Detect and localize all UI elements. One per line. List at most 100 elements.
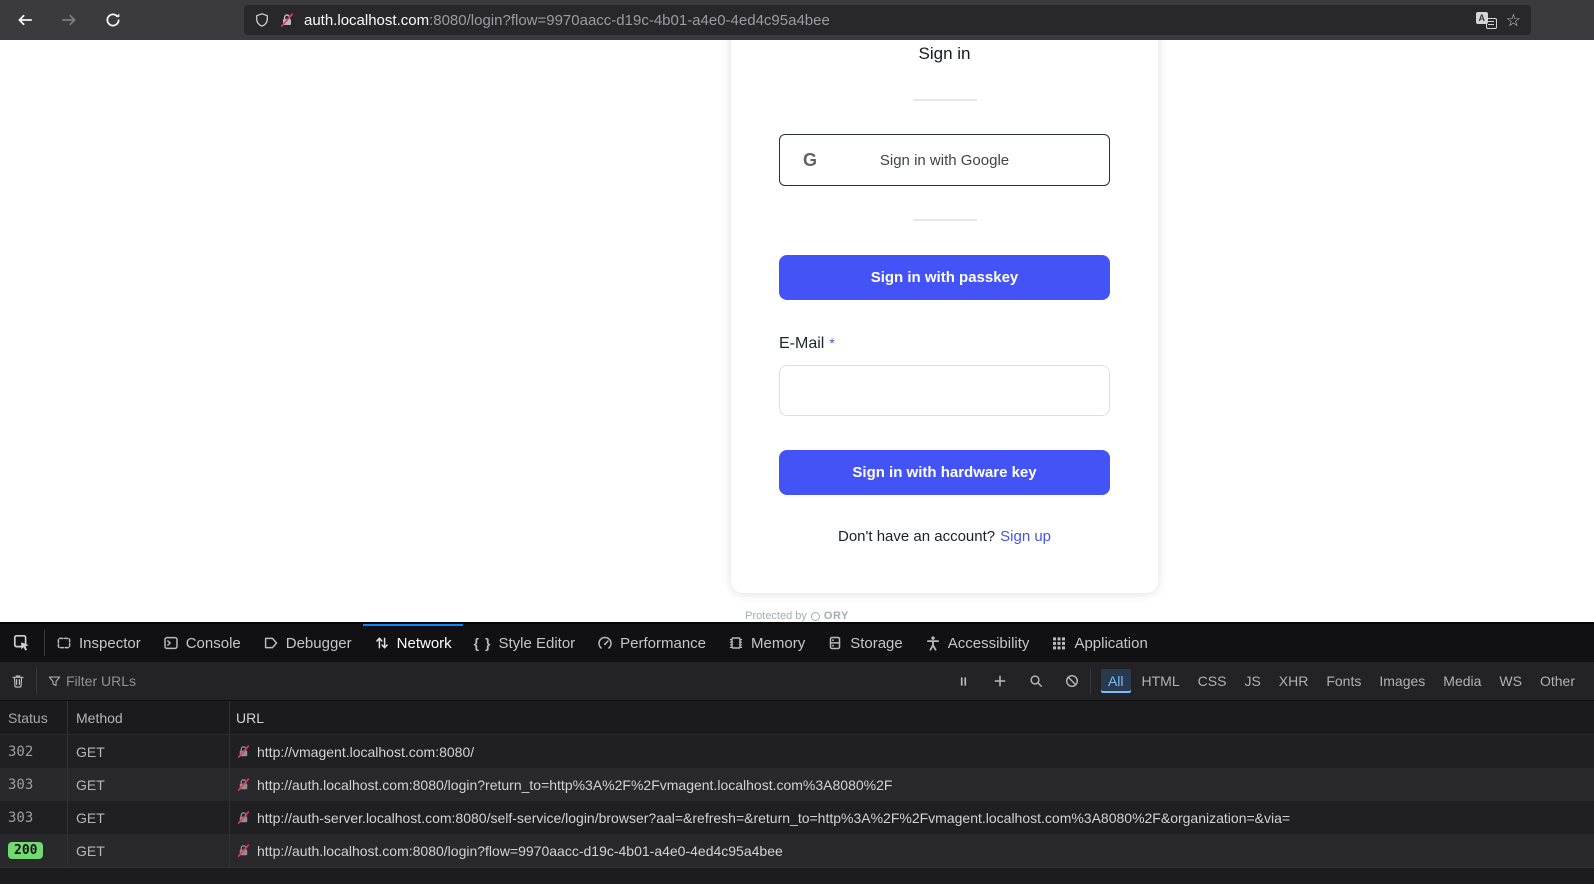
filter-xhr[interactable]: XHR [1272, 669, 1316, 693]
tab-inspector[interactable]: Inspector [45, 624, 152, 662]
page-content: Sign in G Sign in with Google Sign in wi… [0, 40, 1594, 622]
network-request-table: Status Method URL 302 GET http://vmagent… [0, 701, 1594, 867]
filter-html[interactable]: HTML [1135, 669, 1187, 693]
shield-icon[interactable] [254, 12, 270, 28]
search-icon[interactable] [1018, 673, 1054, 689]
insecure-lock-icon [236, 777, 251, 792]
table-row[interactable]: 302 GET http://vmagent.localhost.com:808… [0, 735, 1594, 768]
debugger-icon [263, 635, 279, 651]
column-header-method[interactable]: Method [68, 701, 230, 734]
email-label: E-Mail* [779, 335, 835, 353]
new-request-button[interactable] [982, 673, 1018, 689]
url-text: auth.localhost.com:8080/login?flow=9970a… [304, 12, 1467, 29]
protected-by-footer: Protected by ORY [0, 610, 1594, 622]
filter-js[interactable]: JS [1237, 669, 1267, 693]
protected-by-label: Protected by [745, 610, 807, 622]
request-method: GET [68, 768, 230, 801]
tab-console[interactable]: Console [152, 624, 252, 662]
signup-prompt: Don't have an account? [838, 528, 995, 545]
request-url: http://auth.localhost.com:8080/login?flo… [257, 843, 783, 859]
request-type-filters: All HTML CSS JS XHR Fonts Images Media W… [1101, 669, 1582, 693]
devtools-tabbar: Inspector Console Debugger Network { } S… [0, 624, 1594, 662]
pick-element-button[interactable] [0, 624, 44, 662]
block-requests-button[interactable] [1054, 673, 1090, 689]
ory-logo-icon [811, 612, 820, 621]
google-icon: G [803, 150, 817, 171]
storage-icon [827, 635, 843, 651]
table-row[interactable]: 200 GET http://auth.localhost.com:8080/l… [0, 834, 1594, 867]
column-header-url[interactable]: URL [230, 710, 1594, 726]
tab-network[interactable]: Network [363, 624, 463, 662]
insecure-lock-icon [236, 843, 251, 858]
insecure-lock-icon [236, 744, 251, 759]
insecure-lock-icon[interactable] [279, 12, 295, 28]
table-row[interactable]: 303 GET http://auth-server.localhost.com… [0, 801, 1594, 834]
console-icon [163, 635, 179, 651]
email-field[interactable] [779, 365, 1110, 416]
bookmark-star-icon[interactable]: ☆ [1506, 12, 1521, 29]
address-bar[interactable]: auth.localhost.com:8080/login?flow=9970a… [244, 5, 1531, 35]
status-code-success: 200 [8, 842, 43, 859]
table-header: Status Method URL [0, 701, 1594, 735]
filter-funnel-icon [47, 674, 62, 689]
divider [913, 99, 977, 101]
application-icon [1051, 635, 1067, 651]
accessibility-icon [925, 635, 941, 651]
request-url: http://auth-server.localhost.com:8080/se… [257, 810, 1290, 826]
filter-ws[interactable]: WS [1492, 669, 1529, 693]
back-button[interactable] [14, 9, 36, 31]
tab-debugger[interactable]: Debugger [252, 624, 363, 662]
filter-css[interactable]: CSS [1191, 669, 1234, 693]
page-title: Sign in [731, 44, 1158, 64]
status-code: 303 [8, 810, 33, 826]
status-code: 302 [8, 744, 33, 760]
required-asterisk: * [829, 335, 834, 351]
signup-row: Don't have an account? Sign up [731, 528, 1158, 545]
tab-style-editor[interactable]: { } Style Editor [463, 624, 587, 662]
network-icon [374, 635, 390, 651]
request-method: GET [68, 834, 230, 867]
separator [1090, 668, 1091, 694]
pause-traffic-button[interactable] [946, 674, 982, 689]
reload-button[interactable] [102, 9, 124, 31]
separator [36, 668, 37, 694]
request-url: http://vmagent.localhost.com:8080/ [257, 744, 474, 760]
forward-button[interactable] [58, 9, 80, 31]
network-filter-bar: All HTML CSS JS XHR Fonts Images Media W… [0, 662, 1594, 701]
filter-urls-input[interactable] [66, 673, 946, 689]
tab-application[interactable]: Application [1040, 624, 1158, 662]
filter-all[interactable]: All [1101, 669, 1131, 693]
column-header-status[interactable]: Status [0, 701, 68, 734]
request-method: GET [68, 801, 230, 834]
devtools-footer-strip [0, 867, 1594, 884]
style-editor-icon: { } [474, 635, 492, 651]
insecure-lock-icon [236, 810, 251, 825]
performance-icon [597, 635, 613, 651]
filter-images[interactable]: Images [1372, 669, 1432, 693]
clear-requests-button[interactable] [0, 673, 36, 689]
url-host: auth.localhost.com [304, 12, 429, 29]
signup-link[interactable]: Sign up [1000, 528, 1051, 545]
filter-media[interactable]: Media [1436, 669, 1488, 693]
login-card: Sign in G Sign in with Google Sign in wi… [731, 40, 1158, 593]
google-signin-button[interactable]: G Sign in with Google [779, 134, 1110, 186]
browser-toolbar: auth.localhost.com:8080/login?flow=9970a… [0, 0, 1594, 40]
filter-other[interactable]: Other [1533, 669, 1582, 693]
translate-icon[interactable]: A [1476, 12, 1497, 29]
devtools-panel: Inspector Console Debugger Network { } S… [0, 622, 1594, 884]
request-url: http://auth.localhost.com:8080/login?ret… [257, 777, 892, 793]
filter-fonts[interactable]: Fonts [1319, 669, 1368, 693]
memory-icon [728, 635, 744, 651]
tab-storage[interactable]: Storage [816, 624, 914, 662]
table-row[interactable]: 303 GET http://auth.localhost.com:8080/l… [0, 768, 1594, 801]
tab-accessibility[interactable]: Accessibility [914, 624, 1041, 662]
tab-memory[interactable]: Memory [717, 624, 816, 662]
hardware-key-signin-button[interactable]: Sign in with hardware key [779, 450, 1110, 495]
passkey-signin-button[interactable]: Sign in with passkey [779, 255, 1110, 300]
url-path: :8080/login?flow=9970aacc-d19c-4b01-a4e0… [429, 12, 830, 29]
divider [913, 219, 977, 221]
tab-performance[interactable]: Performance [586, 624, 717, 662]
inspector-icon [56, 635, 72, 651]
google-signin-label: Sign in with Google [880, 152, 1009, 169]
request-method: GET [68, 735, 230, 768]
